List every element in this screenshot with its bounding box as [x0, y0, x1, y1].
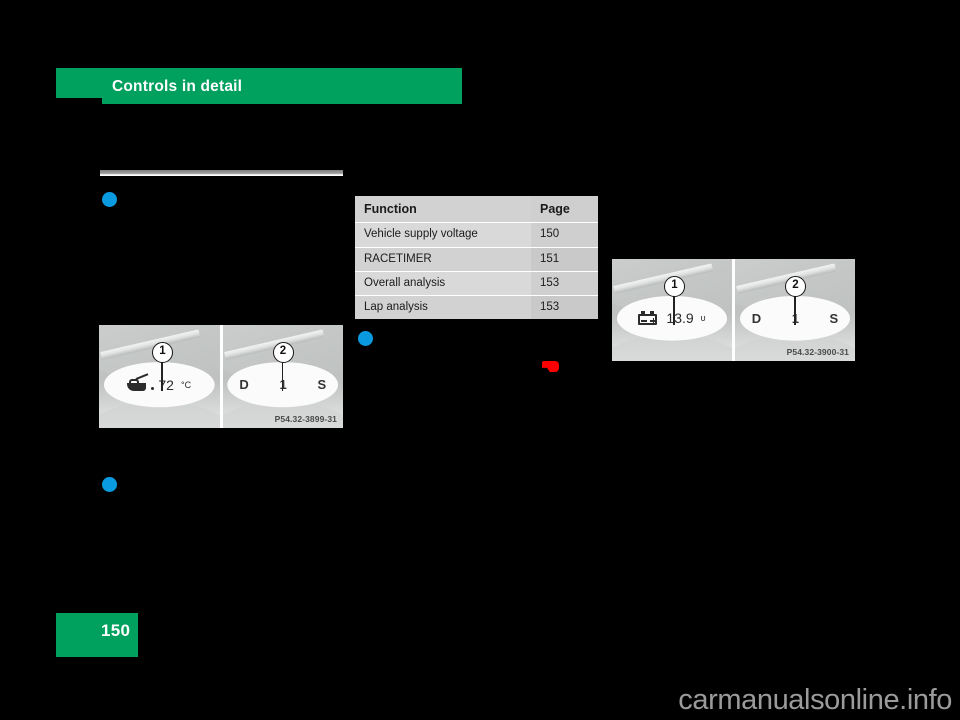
cell-page: 153 — [531, 270, 598, 296]
gear-label-drive: D — [751, 310, 762, 326]
callout-leader-line — [673, 295, 675, 325]
table-row: Overall analysis 153 — [355, 270, 598, 296]
chapter-header-notch — [56, 98, 102, 104]
cell-function: Vehicle supply voltage — [355, 222, 531, 248]
callout-2: 2 — [272, 342, 294, 363]
callout-leader-line — [794, 295, 796, 325]
callout-1: 1 — [152, 342, 173, 363]
display-readout: 72 °C — [104, 362, 215, 407]
figure-supply-voltage: 13.9 υ 1 D 1 S 2 P54.32-3900-31 — [612, 259, 855, 361]
figure-panel-oil-temp-value: 72 °C 1 — [99, 325, 220, 428]
gear-label-sport: S — [829, 310, 839, 326]
figure-panel-voltage-value: 13.9 υ 1 — [612, 259, 732, 361]
cell-page: 150 — [531, 222, 598, 248]
chapter-title: Controls in detail — [112, 78, 243, 95]
cell-function: Overall analysis — [355, 270, 531, 296]
figure-panel-voltage-gear: D 1 S 2 P54.32-3900-31 — [732, 259, 855, 361]
figure-caption: P54.32-3899-31 — [274, 414, 337, 424]
bullet-marker-2 — [102, 477, 117, 492]
oil-temperature-unit: °C — [180, 379, 192, 390]
figure-panel-oil-temp-gear: D 1 S 2 P54.32-3899-31 — [219, 325, 343, 428]
gear-label-sport: S — [317, 377, 327, 393]
watermark: carmanualsonline.info — [678, 684, 952, 716]
column-header-page: Page — [531, 196, 598, 223]
table-row: RACETIMER 151 — [355, 246, 598, 272]
page-number: 150 — [101, 621, 131, 640]
red-pointer-icon — [542, 361, 559, 372]
callout-leader-line — [281, 361, 284, 391]
battery-icon — [638, 311, 659, 326]
display-lens: 13.9 υ — [616, 295, 728, 341]
supply-voltage-value: 13.9 — [666, 310, 694, 327]
figure-oil-temperature: 72 °C 1 D 1 S 2 P54.32-3899-31 — [99, 325, 343, 428]
manual-page: Controls in detail Function Page Vehicle… — [0, 0, 960, 720]
bullet-marker-1 — [102, 192, 117, 207]
callout-2: 2 — [785, 276, 806, 297]
cell-function: Lap analysis — [355, 295, 531, 320]
table-header-row: Function Page — [355, 196, 598, 223]
column-header-function: Function — [355, 196, 531, 223]
section-divider-rule — [100, 170, 343, 176]
cell-page: 153 — [531, 295, 598, 320]
supply-voltage-unit: υ — [700, 313, 706, 324]
oil-can-icon — [127, 373, 155, 392]
callout-leader-line — [161, 361, 163, 391]
figure-caption: P54.32-3900-31 — [786, 347, 849, 357]
table-row: Lap analysis 153 — [355, 295, 598, 320]
cell-function: RACETIMER — [355, 246, 531, 272]
display-lens: 72 °C — [103, 362, 215, 408]
table-row: Vehicle supply voltage 150 — [355, 222, 598, 248]
gear-label-drive: D — [239, 377, 249, 393]
display-readout: 13.9 υ — [617, 296, 727, 341]
bullet-marker-3 — [358, 331, 373, 346]
function-page-table: Function Page Vehicle supply voltage 150… — [355, 196, 598, 320]
cell-page: 151 — [531, 246, 598, 272]
callout-1: 1 — [664, 276, 685, 297]
